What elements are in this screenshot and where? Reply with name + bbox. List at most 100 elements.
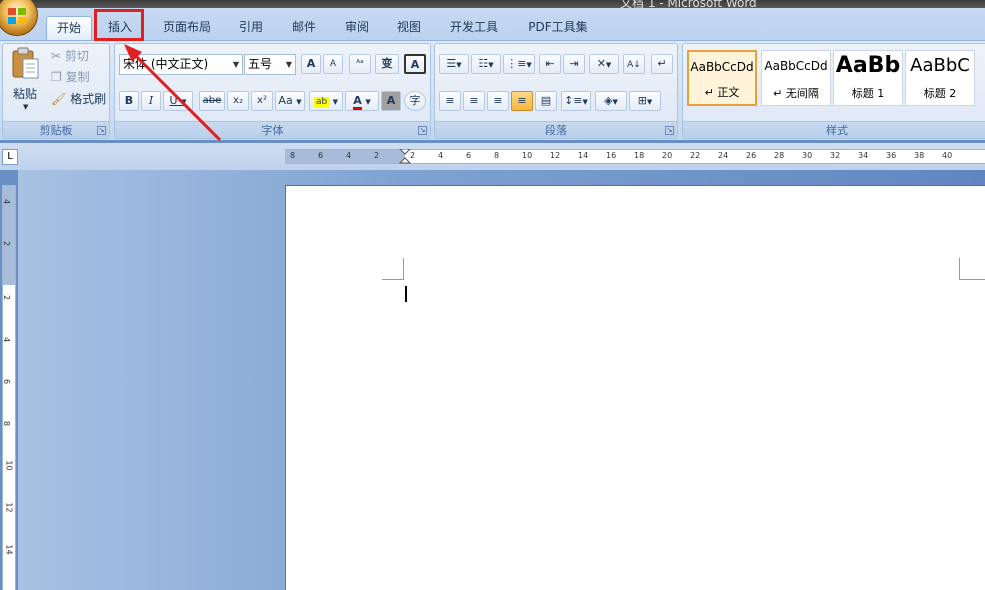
align-right-button[interactable]: ≡ (487, 91, 509, 111)
align-left-button[interactable]: ≡ (439, 91, 461, 111)
numbering-dropdown-icon[interactable]: ▼ (488, 61, 493, 69)
horizontal-ruler[interactable]: 8 6 4 2 2 4 6 8 10 12 14 16 18 20 22 24 26 28 30 32 34 36 38 40 (285, 149, 985, 164)
font-name-combo[interactable]: 宋体 (中文正文) ▼ (119, 54, 243, 75)
align-center-button[interactable]: ≡ (463, 91, 485, 111)
paste-dropdown-icon: ▼ (23, 103, 29, 111)
line-spacing-button[interactable]: ↕≡▼ (561, 91, 591, 111)
ruler-tick-label: 24 (718, 151, 729, 160)
subscript-button[interactable]: x₂ (227, 91, 249, 111)
align-center-icon: ≡ (469, 94, 479, 107)
paragraph-group: ☰▼ ☷▼ ⋮≡▼ ⇤ ⇥ ✕▼ A↓ ↵ ≡ ≡ ≡ ≡ ▤ ↕≡▼ ◈▼ ⊞… (434, 43, 678, 139)
font-group-label: 字体 (115, 121, 430, 138)
font-launcher-icon[interactable]: ↘ (418, 126, 427, 135)
highlight-dropdown-icon[interactable]: ▼ (333, 98, 338, 106)
show-marks-button[interactable]: ↵ (651, 54, 673, 74)
style-heading-1[interactable]: AaBb 标题 1 (833, 50, 903, 106)
font-name-dropdown-icon[interactable]: ▼ (233, 55, 239, 74)
change-case-dropdown-icon[interactable]: ▼ (296, 98, 301, 106)
borders-dropdown-icon[interactable]: ▼ (647, 98, 652, 106)
ruler-tick-label: 36 (886, 151, 897, 160)
style-no-spacing[interactable]: AaBbCcDd ↵ 无间隔 (761, 50, 831, 106)
bullets-button[interactable]: ☰▼ (439, 54, 469, 74)
numbering-button[interactable]: ☷▼ (471, 54, 501, 74)
shrink-font-icon: A (329, 59, 337, 69)
chinese-layout-icon: ✕ (596, 57, 606, 70)
decrease-indent-button[interactable]: ⇤ (539, 54, 561, 74)
italic-icon: I (148, 94, 154, 107)
style-heading-2[interactable]: AaBbC 标题 2 (905, 50, 975, 106)
format-painter-button[interactable]: 🖌 格式刷 (51, 89, 106, 109)
justify-button[interactable]: ≡ (511, 91, 533, 111)
change-case-button[interactable]: Aa ▼ (275, 91, 305, 111)
highlight-color-button[interactable]: ab ▼ (309, 91, 343, 111)
copy-button[interactable]: ❐ 复制 (51, 67, 90, 87)
paste-icon (12, 47, 39, 79)
ruler-tick-label: 28 (774, 151, 785, 160)
bullets-icon: ☰ (446, 57, 457, 70)
bold-button[interactable]: B (119, 91, 139, 111)
style-normal-sample: AaBbCcDd (690, 60, 754, 74)
superscript-button[interactable]: x² (251, 91, 273, 111)
superscript-icon: x² (257, 95, 267, 106)
paragraph-launcher-icon[interactable]: ↘ (665, 126, 674, 135)
line-spacing-dropdown-icon[interactable]: ▼ (583, 98, 588, 106)
paste-button[interactable]: 粘贴 ▼ (9, 47, 43, 119)
vertical-ruler[interactable]: 4 2 2 4 6 8 10 12 14 (2, 185, 16, 590)
enclose-char-button[interactable]: 字 (404, 91, 426, 111)
clipboard-launcher-icon[interactable]: ↘ (97, 126, 106, 135)
multilevel-list-icon: ⋮≡ (506, 57, 527, 70)
grow-font-button[interactable]: A (301, 54, 321, 74)
style-normal[interactable]: AaBbCcDd ↵ 正文 (687, 50, 757, 106)
bold-icon: B (124, 94, 134, 107)
chinese-layout-button[interactable]: ✕▼ (589, 54, 619, 74)
tab-mailings[interactable]: 邮件 (283, 16, 325, 40)
clear-format-button[interactable]: ᴬᵃ (349, 54, 371, 74)
justify-icon: ≡ (517, 94, 527, 107)
cut-button[interactable]: ✂ 剪切 (51, 46, 89, 66)
line-spacing-icon: ↕≡ (564, 94, 583, 107)
brush-icon: 🖌 (51, 92, 67, 106)
ruler-tick-label: 38 (914, 151, 925, 160)
underline-button[interactable]: U ▼ (163, 91, 193, 111)
vertical-ruler-tick-label: 8 (2, 420, 12, 427)
italic-button[interactable]: I (141, 91, 161, 111)
tab-home[interactable]: 开始 (46, 16, 92, 40)
crop-mark-top-left (382, 258, 404, 280)
watermark-brand: Baidu经验 (755, 496, 929, 534)
tab-developer[interactable]: 开发工具 (442, 16, 506, 40)
cut-label: 剪切 (64, 49, 89, 63)
ruler-row: L 8 6 4 2 2 4 6 8 10 12 14 16 18 20 22 24 26 28 30 32 34 36 38… (0, 143, 985, 170)
tab-review[interactable]: 审阅 (336, 16, 378, 40)
tab-references[interactable]: 引用 (230, 16, 272, 40)
clipboard-group: 粘贴 ▼ ✂ 剪切 ❐ 复制 🖌 格式刷 剪贴板 ↘ (2, 43, 110, 139)
enclose-char-icon: 字 (409, 94, 421, 107)
increase-indent-button[interactable]: ⇥ (563, 54, 585, 74)
shading-dropdown-icon[interactable]: ▼ (613, 98, 618, 106)
tab-view[interactable]: 视图 (388, 16, 430, 40)
strikethrough-button[interactable]: abe (199, 91, 225, 111)
font-size-dropdown-icon[interactable]: ▼ (286, 55, 292, 74)
tab-page-layout[interactable]: 页面布局 (155, 16, 219, 40)
chinese-layout-dropdown-icon[interactable]: ▼ (606, 61, 611, 69)
ruler-tick-label: 8 (494, 151, 500, 160)
tab-selector-icon[interactable]: L (2, 149, 18, 165)
tab-pdf-tools[interactable]: PDF工具集 (518, 16, 598, 40)
clear-format-icon: ᴬᵃ (356, 59, 364, 69)
distributed-button[interactable]: ▤ (535, 91, 557, 111)
bullets-dropdown-icon[interactable]: ▼ (456, 61, 461, 69)
multilevel-list-button[interactable]: ⋮≡▼ (503, 54, 535, 74)
highlighter-icon: ab (313, 97, 330, 107)
font-color-dropdown-icon[interactable]: ▼ (365, 98, 370, 106)
char-shading-button[interactable]: A (381, 91, 401, 111)
char-border-button[interactable]: A (404, 54, 426, 74)
sort-button[interactable]: A↓ (623, 54, 645, 74)
borders-button[interactable]: ⊞▼ (629, 91, 661, 111)
multilevel-dropdown-icon[interactable]: ▼ (526, 61, 531, 69)
shading-button[interactable]: ◈▼ (595, 91, 627, 111)
font-name-value: 宋体 (中文正文) (123, 57, 209, 71)
phonetic-guide-button[interactable]: 变 (375, 54, 399, 74)
shrink-font-button[interactable]: A (323, 54, 343, 74)
underline-dropdown-icon[interactable]: ▼ (181, 98, 186, 106)
font-size-combo[interactable]: 五号 ▼ (244, 54, 296, 75)
font-color-button[interactable]: A ▼ (345, 91, 379, 111)
